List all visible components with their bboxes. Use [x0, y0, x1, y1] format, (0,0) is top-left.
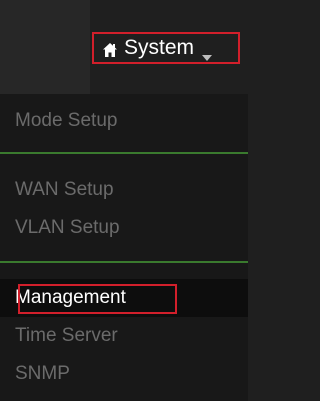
menu-item-wan-setup[interactable]: WAN Setup — [0, 171, 248, 209]
caret-down-icon — [202, 44, 213, 61]
menu-item-management[interactable]: Management — [0, 279, 248, 317]
menu-item-label: SNMP — [15, 363, 70, 384]
navbar-left-block — [0, 0, 90, 94]
menu-item-time-server[interactable]: Time Server — [0, 317, 248, 355]
menu-divider — [0, 152, 248, 154]
menu-item-vlan-setup[interactable]: VLAN Setup — [0, 209, 248, 247]
system-menu-button[interactable]: System — [92, 32, 240, 64]
top-navbar: System — [0, 0, 248, 94]
system-menu-label: System — [124, 36, 195, 59]
system-dropdown-menu: Mode Setup WAN Setup VLAN Setup Manageme… — [0, 94, 248, 401]
menu-item-snmp[interactable]: SNMP — [0, 355, 248, 393]
menu-item-label: Time Server — [15, 325, 118, 346]
menu-item-label: VLAN Setup — [15, 217, 120, 238]
home-icon — [102, 40, 118, 57]
menu-divider — [0, 261, 248, 263]
menu-item-mode-setup[interactable]: Mode Setup — [0, 102, 248, 140]
menu-item-label: Management — [15, 287, 126, 308]
menu-item-label: Mode Setup — [15, 110, 118, 131]
menu-item-label: WAN Setup — [15, 179, 114, 200]
